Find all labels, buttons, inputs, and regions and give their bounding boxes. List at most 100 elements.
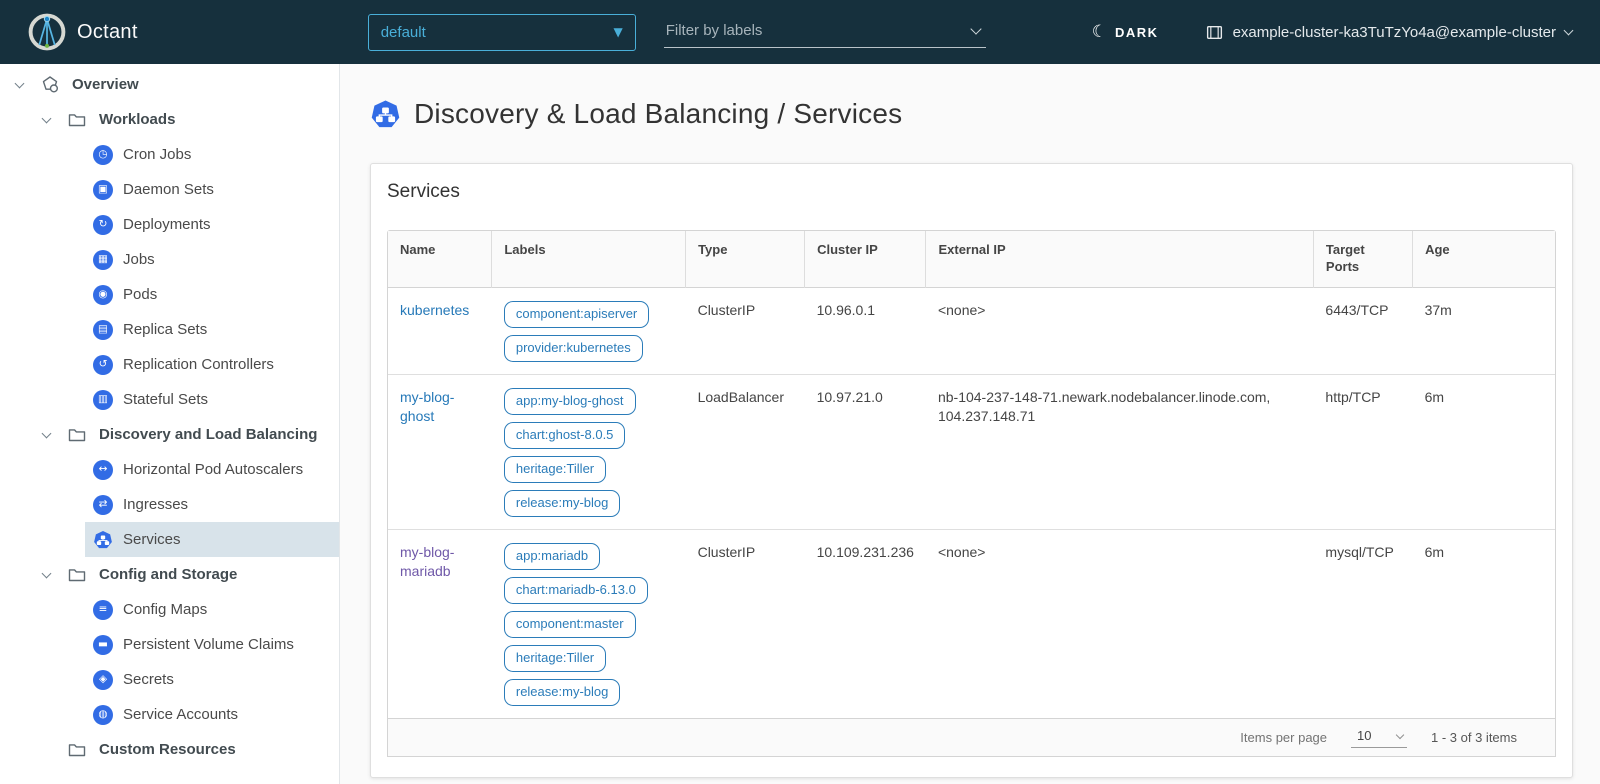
target-ports-cell: 6443/TCP [1313,287,1412,374]
type-cell: ClusterIP [686,529,805,718]
age-cell: 37m [1413,287,1555,374]
items-per-page-select[interactable]: 10 [1351,726,1407,748]
column-header-age[interactable]: Age [1413,231,1555,287]
sidebar-item-label: Custom Resources [99,741,236,758]
service-link[interactable]: my-blog-mariadb [400,544,454,579]
sidebar-item-label: Overview [72,76,139,93]
sidebar-item-label: Ingresses [123,496,188,513]
folder-icon [67,110,87,130]
chevron-down-icon[interactable] [10,83,28,87]
sidebar-item-secrets[interactable]: ◈ Secrets [85,662,339,697]
chevron-down-icon[interactable] [37,573,55,577]
sidebar-item-daemon-sets[interactable]: ▣ Daemon Sets [85,172,339,207]
column-header-target-ports[interactable]: Target Ports [1313,231,1412,287]
sidebar-item-workloads[interactable]: Workloads [0,102,339,137]
services-icon [93,530,113,550]
sidebar-item-service-accounts[interactable]: ◍ Service Accounts [85,697,339,732]
label-filter [664,16,986,48]
label-pill[interactable]: heritage:Tiller [504,456,606,483]
column-header-external-ip[interactable]: External IP [926,231,1313,287]
label-pill[interactable]: release:my-blog [504,490,621,517]
octant-logo-icon [28,13,66,51]
replication-controllers-icon: ↺ [93,355,113,375]
sidebar-item-services[interactable]: Services [85,522,339,557]
persistent-volume-claims-icon: ▬ [93,635,113,655]
chevron-down-icon[interactable] [37,433,55,437]
daemon-sets-icon: ▣ [93,180,113,200]
theme-toggle-button[interactable]: ☾ DARK [1092,24,1159,41]
sidebar-item-label: Service Accounts [123,706,238,723]
sidebar-item-config-and-storage[interactable]: Config and Storage [0,557,339,592]
sidebar-item-jobs[interactable]: ▦ Jobs [85,242,339,277]
sidebar-item-label: Daemon Sets [123,181,214,198]
sidebar-item-discovery-and-load-balancing[interactable]: Discovery and Load Balancing [0,417,339,452]
namespace-select[interactable]: default ▼ [368,14,636,51]
column-header-type[interactable]: Type [686,231,805,287]
sidebar-item-overview[interactable]: Overview [0,67,339,102]
label-pill[interactable]: chart:ghost-8.0.5 [504,422,626,449]
brand[interactable]: Octant [28,13,138,51]
cluster-ip-cell: 10.109.231.236 [805,529,926,718]
sidebar-item-label: Config Maps [123,601,207,618]
external-ip-cell: <none> [926,529,1313,718]
sidebar-item-label: Jobs [123,251,155,268]
items-per-page-label: Items per page [1240,730,1327,745]
label-pill[interactable]: component:apiserver [504,301,649,328]
sidebar-item-custom-resources[interactable]: Custom Resources [0,732,339,767]
column-header-name[interactable]: Name [388,231,492,287]
target-ports-cell: http/TCP [1313,374,1412,529]
config-maps-icon: ≡ [93,600,113,620]
label-pill[interactable]: app:mariadb [504,543,600,570]
cluster-context-menu[interactable]: example-cluster-ka3TuTzYo4a@example-clus… [1205,23,1572,42]
pods-icon: ◉ [93,285,113,305]
sidebar-item-pods[interactable]: ◉ Pods [85,277,339,312]
column-header-cluster-ip[interactable]: Cluster IP [805,231,926,287]
service-link[interactable]: my-blog-ghost [400,389,454,424]
sidebar-item-cron-jobs[interactable]: ◷ Cron Jobs [85,137,339,172]
column-header-labels[interactable]: Labels [492,231,686,287]
sidebar-item-ingresses[interactable]: ⇄ Ingresses [85,487,339,522]
chevron-down-icon [1396,730,1404,738]
label-filter-input[interactable] [664,16,986,48]
label-pill[interactable]: heritage:Tiller [504,645,606,672]
sidebar-item-deployments[interactable]: ↻ Deployments [85,207,339,242]
sidebar-item-stateful-sets[interactable]: ▥ Stateful Sets [85,382,339,417]
sidebar-item-config-maps[interactable]: ≡ Config Maps [85,592,339,627]
cluster-ip-cell: 10.97.21.0 [805,374,926,529]
horizontal-pod-autoscalers-icon: ↔ [93,460,113,480]
service-link[interactable]: kubernetes [400,302,469,318]
table-row: my-blog-mariadb app:mariadb chart:mariad… [388,529,1555,718]
sidebar-item-label: Deployments [123,216,211,233]
table-pagination: Items per page 10 1 - 3 of 3 items [388,718,1555,756]
sidebar-item-label: Services [123,531,181,548]
app-header: Octant default ▼ ☾ DARK example-cluster-… [0,0,1600,64]
secrets-icon: ◈ [93,670,113,690]
sidebar-item-label: Persistent Volume Claims [123,636,294,653]
sidebar-item-horizontal-pod-autoscalers[interactable]: ↔ Horizontal Pod Autoscalers [85,452,339,487]
jobs-icon: ▦ [93,250,113,270]
cluster-ip-cell: 10.96.0.1 [805,287,926,374]
caret-down-icon: ▼ [613,25,622,39]
sidebar-item-persistent-volume-claims[interactable]: ▬ Persistent Volume Claims [85,627,339,662]
label-pill[interactable]: chart:mariadb-6.13.0 [504,577,648,604]
overview-icon [40,75,60,95]
table-row: my-blog-ghost app:my-blog-ghost chart:gh… [388,374,1555,529]
table-header-row: Name Labels Type Cluster IP External IP … [388,231,1555,287]
sidebar-item-replication-controllers[interactable]: ↺ Replication Controllers [85,347,339,382]
service-heptagon-icon [370,99,401,130]
chevron-down-icon[interactable] [37,118,55,122]
services-table: Name Labels Type Cluster IP External IP … [387,230,1556,757]
label-pill[interactable]: component:master [504,611,636,638]
type-cell: LoadBalancer [686,374,805,529]
sidebar-item-replica-sets[interactable]: ▤ Replica Sets [85,312,339,347]
items-per-page-value: 10 [1357,728,1371,743]
sidebar-navigation: Overview Workloads ◷ Cron Jobs ▣ Daemon … [0,64,340,784]
main-content: Discovery & Load Balancing / Services Se… [340,64,1600,784]
label-pill[interactable]: provider:kubernetes [504,335,643,362]
age-cell: 6m [1413,374,1555,529]
label-pill[interactable]: app:my-blog-ghost [504,388,636,415]
namespace-select-value: default [381,24,426,41]
age-cell: 6m [1413,529,1555,718]
label-pill[interactable]: release:my-blog [504,679,621,706]
cron-jobs-icon: ◷ [93,145,113,165]
